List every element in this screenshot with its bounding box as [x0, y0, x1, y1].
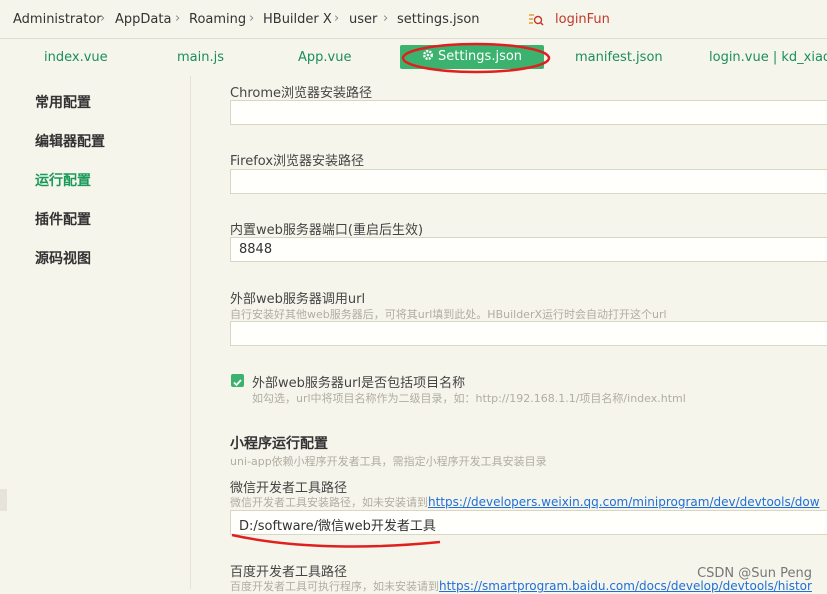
sidebar-item-source[interactable]: 源码视图: [35, 248, 91, 268]
external-url-label: 外部web服务器调用url: [230, 292, 366, 307]
sidebar-item-run[interactable]: 运行配置: [35, 170, 91, 190]
breadcrumb-item[interactable]: user: [349, 12, 377, 27]
chevron-right-icon: ›: [334, 11, 340, 26]
breadcrumb: Administrator › AppData › Roaming › HBui…: [0, 0, 827, 38]
chevron-right-icon: ›: [100, 11, 106, 26]
breadcrumb-item[interactable]: AppData: [115, 12, 171, 27]
chrome-path-input[interactable]: [230, 100, 827, 125]
include-project-name-label: 外部web服务器url是否包括项目名称: [252, 376, 466, 391]
tab-login-vue[interactable]: login.vue | kd_xiaos: [709, 50, 827, 65]
external-url-hint: 自行安装好其他web服务器后，可将其url填到此处。HBuilderX运行时会自…: [230, 308, 667, 321]
chevron-right-icon: ›: [249, 11, 255, 26]
include-project-name-hint: 如勾选，url中将项目名称作为二级目录，如：http://192.168.1.1…: [252, 392, 686, 405]
wechat-devtools-hint: 微信开发者工具安装路径，如未安装请到https://developers.wei…: [230, 494, 820, 510]
search-query[interactable]: loginFun: [555, 12, 610, 27]
sidebar-item-plugins[interactable]: 插件配置: [35, 209, 91, 229]
external-url-input[interactable]: [230, 321, 827, 346]
tab-main-js[interactable]: main.js: [177, 50, 224, 65]
port-input[interactable]: 8848: [230, 237, 827, 262]
check-icon: [233, 379, 242, 387]
settings-sidebar: 常用配置 编辑器配置 运行配置 插件配置 源码视图: [0, 76, 191, 589]
breadcrumb-item[interactable]: Roaming: [189, 12, 246, 27]
tab-app-vue[interactable]: App.vue: [298, 50, 351, 65]
editor-tab-bar: index.vue main.js App.vue Settings.json …: [0, 38, 827, 77]
mini-program-section-title: 小程序运行配置: [230, 436, 328, 452]
gutter-marker: [0, 489, 7, 511]
chrome-path-label: Chrome浏览器安装路径: [230, 86, 372, 101]
sidebar-item-general[interactable]: 常用配置: [35, 92, 91, 112]
firefox-path-label: Firefox浏览器安装路径: [230, 154, 365, 169]
search-icon[interactable]: [528, 12, 544, 28]
firefox-path-input[interactable]: [230, 169, 827, 194]
include-project-name-checkbox[interactable]: [231, 374, 244, 387]
mini-program-hint: uni-app依赖小程序开发者工具，需指定小程序开发工具安装目录: [230, 455, 547, 468]
wechat-hint-text: 微信开发者工具安装路径，如未安装请到: [230, 496, 428, 509]
sidebar-item-editor[interactable]: 编辑器配置: [35, 131, 105, 151]
watermark: CSDN @Sun Peng: [697, 566, 812, 581]
chevron-right-icon: ›: [175, 11, 181, 26]
breadcrumb-item[interactable]: settings.json: [397, 12, 480, 27]
tab-settings-json[interactable]: Settings.json: [400, 45, 545, 69]
gear-icon: [423, 50, 433, 60]
tab-index-vue[interactable]: index.vue: [44, 50, 108, 65]
settings-panel: Chrome浏览器安装路径 Firefox浏览器安装路径 内置web服务器端口(…: [190, 76, 827, 593]
baidu-devtools-link[interactable]: https://smartprogram.baidu.com/docs/deve…: [439, 579, 812, 593]
port-label: 内置web服务器端口(重启后生效): [230, 223, 424, 238]
wechat-devtools-link[interactable]: https://developers.weixin.qq.com/minipro…: [428, 495, 820, 509]
tab-manifest-json[interactable]: manifest.json: [575, 50, 663, 65]
tab-label: Settings.json: [438, 49, 523, 64]
wechat-devtools-input[interactable]: D:/software/微信web开发者工具: [230, 510, 827, 535]
breadcrumb-item[interactable]: Administrator: [13, 12, 102, 27]
baidu-hint-text: 百度开发者工具可执行程序，如未安装请到: [230, 580, 439, 593]
breadcrumb-item[interactable]: HBuilder X: [263, 12, 332, 27]
chevron-right-icon: ›: [383, 11, 389, 26]
